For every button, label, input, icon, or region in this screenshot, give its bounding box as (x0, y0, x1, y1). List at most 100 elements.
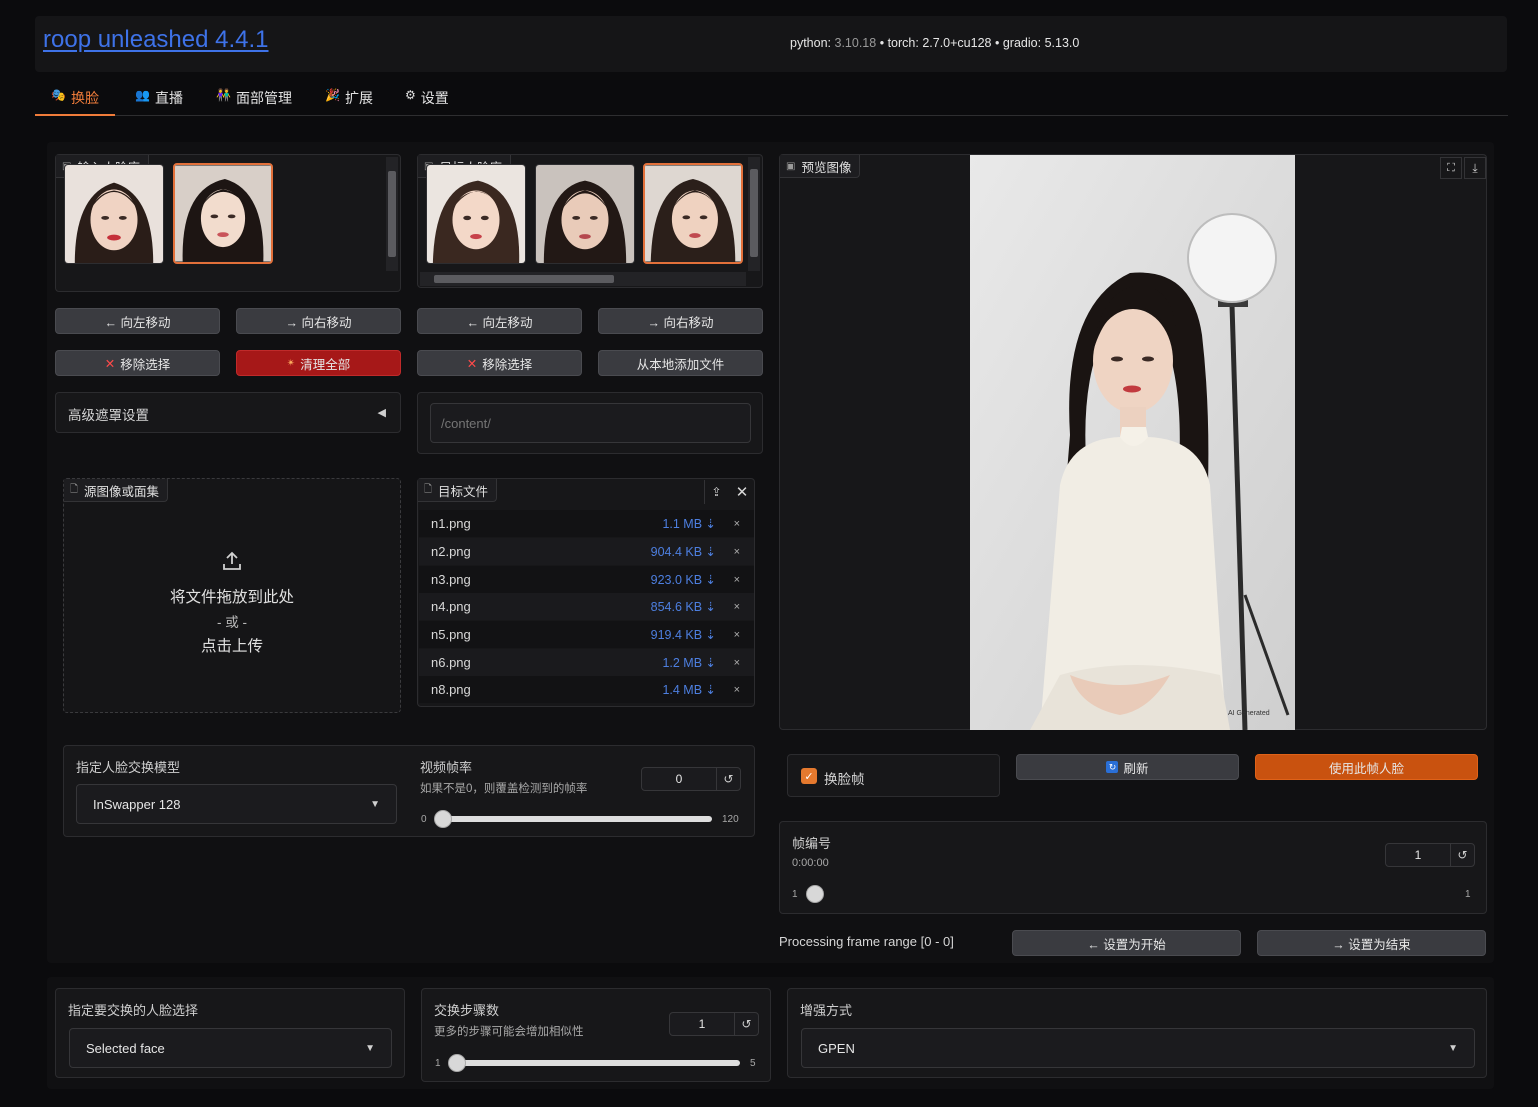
gallery-vertical-scrollbar[interactable] (748, 157, 760, 271)
path-input-box (417, 392, 763, 454)
file-download-link[interactable]: 919.4 KB ⇣ (651, 627, 716, 642)
face-swap-icon: 🎭 (51, 88, 66, 102)
remove-file-icon[interactable]: × (734, 574, 740, 586)
close-icon: ✕ (104, 356, 116, 371)
file-row[interactable]: n6.png 1.2 MB ⇣ × (419, 649, 754, 676)
file-download-link[interactable]: 923.0 KB ⇣ (651, 572, 716, 587)
target-face-thumb-3[interactable] (643, 163, 743, 264)
ai-generated-watermark: AI Generated (1228, 710, 1270, 717)
frame-time: 0:00:00 (792, 857, 829, 869)
face-image (536, 165, 634, 263)
target-files-label: 🗋 目标文件 (418, 479, 498, 502)
swap-steps-max: 5 (750, 1058, 756, 1069)
gallery-horizontal-scrollbar[interactable] (420, 272, 746, 286)
clear-all-button[interactable]: ✴ 清理全部 (236, 350, 401, 376)
main-tabs: 🎭 换脸 👥 直播 👫 面部管理 🎉 扩展 ⚙ 设置 (35, 84, 1508, 116)
face-image (65, 165, 163, 263)
input-face-gallery: ▣ 输入人脸库 (55, 154, 401, 292)
path-input[interactable] (430, 403, 751, 443)
file-row[interactable]: n2.png 904.4 KB ⇣ × (419, 538, 754, 565)
file-download-link[interactable]: 904.4 KB ⇣ (651, 544, 716, 559)
close-icon[interactable]: ✕ (730, 480, 754, 504)
file-row[interactable]: n8.png 1.4 MB ⇣ × (419, 676, 754, 703)
file-row[interactable]: n4.png 854.6 KB ⇣ × (419, 593, 754, 620)
remove-file-icon[interactable]: × (734, 657, 740, 669)
extensions-icon: 🎉 (325, 88, 340, 102)
model-fps-panel: 指定人脸交换模型 InSwapper 128 ▼ 视频帧率 如果不是0，则覆盖检… (63, 745, 755, 837)
refresh-icon: ↻ (1106, 761, 1119, 773)
target-move-left-button[interactable]: ← 向左移动 (417, 308, 582, 334)
tab-face-management[interactable]: 👫 面部管理 (200, 88, 308, 116)
input-move-left-button[interactable]: ← 向左移动 (55, 308, 220, 334)
enhancer-label: 增强方式 (800, 1003, 853, 1018)
frame-range-label: Processing frame range [0 - 0] (779, 934, 954, 949)
upload-icon[interactable]: ⇪ (704, 480, 728, 504)
swap-steps-number-input[interactable]: 1 ↺ (669, 1012, 759, 1036)
use-frame-face-button[interactable]: 使用此帧人脸 (1255, 754, 1478, 780)
tab-face-swap[interactable]: 🎭 换脸 (35, 88, 115, 116)
swap-model-dropdown[interactable]: InSwapper 128 ▼ (76, 784, 397, 824)
remove-file-icon[interactable]: × (734, 684, 740, 696)
reset-icon[interactable]: ↺ (734, 1013, 758, 1035)
remove-file-icon[interactable]: × (734, 601, 740, 613)
remove-file-icon[interactable]: × (734, 518, 740, 530)
advanced-mask-accordion[interactable]: 高级遮罩设置 ◀ (55, 392, 401, 433)
frame-number-input[interactable]: 1 ↺ (1385, 843, 1475, 867)
target-remove-selected-button[interactable]: ✕ 移除选择 (417, 350, 582, 376)
app-header: roop unleashed 4.4.1 python: 3.10.18 • t… (35, 16, 1507, 72)
file-row[interactable]: n3.png 923.0 KB ⇣ × (419, 566, 754, 593)
or-text: - 或 - (217, 615, 247, 630)
source-upload-dropzone[interactable]: 🗋 源图像或面集 将文件拖放到此处 - 或 - 点击上传 (63, 478, 401, 713)
fullscreen-icon[interactable]: ⛶ (1440, 157, 1462, 179)
target-move-right-button[interactable]: → 向右移动 (598, 308, 763, 334)
remove-file-icon[interactable]: × (734, 546, 740, 558)
file-row[interactable]: n1.png 1.1 MB ⇣ × (419, 510, 754, 537)
frame-number-slider-handle[interactable] (806, 885, 824, 903)
input-face-thumb-1[interactable] (64, 164, 164, 264)
target-face-thumb-2[interactable] (535, 164, 635, 264)
tab-extensions[interactable]: 🎉 扩展 (309, 88, 389, 116)
drop-files-text: 将文件拖放到此处 (169, 589, 294, 606)
upload-icon (223, 551, 241, 570)
sparkle-icon: ✴ (286, 357, 296, 369)
input-move-right-button[interactable]: → 向右移动 (236, 308, 401, 334)
input-remove-selected-button[interactable]: ✕ 移除选择 (55, 350, 220, 376)
tab-live[interactable]: 👥 直播 (119, 88, 199, 116)
file-download-link[interactable]: 1.1 MB ⇣ (662, 516, 716, 531)
app-title-link[interactable]: roop unleashed 4.4.1 (43, 26, 269, 54)
remove-file-icon[interactable]: × (734, 629, 740, 641)
settings-gear-icon: ⚙ (405, 88, 416, 102)
file-row[interactable]: n5.png 919.4 KB ⇣ × (419, 621, 754, 648)
video-fps-slider-track[interactable] (436, 816, 712, 822)
video-fps-slider-handle[interactable] (434, 810, 452, 828)
add-local-files-button[interactable]: 从本地添加文件 (598, 350, 763, 376)
swap-steps-slider-track[interactable] (450, 1060, 740, 1066)
file-download-link[interactable]: 1.2 MB ⇣ (662, 655, 716, 670)
video-fps-min: 0 (421, 814, 427, 825)
file-download-link[interactable]: 854.6 KB ⇣ (651, 599, 716, 614)
collapse-arrow-icon: ◀ (377, 407, 386, 419)
face-selection-dropdown[interactable]: Selected face ▼ (69, 1028, 392, 1068)
close-icon: ✕ (466, 356, 478, 371)
set-end-button[interactable]: → 设置为结束 (1257, 930, 1486, 956)
file-download-link[interactable]: 1.4 MB ⇣ (662, 682, 716, 697)
video-fps-number-input[interactable]: 0 ↺ (641, 767, 741, 791)
enhancer-panel: 增强方式 GPEN ▼ (787, 988, 1487, 1078)
download-icon[interactable]: ⤓ (1464, 157, 1486, 179)
set-start-button[interactable]: ← 设置为开始 (1012, 930, 1241, 956)
preview-image-label: ▣ 预览图像 (780, 155, 861, 178)
preview-image-panel: ▣ 预览图像 ⛶ ⤓ AI Generated (779, 154, 1487, 730)
reset-icon[interactable]: ↺ (1450, 844, 1474, 866)
swap-steps-slider-handle[interactable] (448, 1054, 466, 1072)
input-face-thumb-2[interactable] (173, 163, 273, 264)
reset-icon[interactable]: ↺ (716, 768, 740, 790)
advanced-mask-label: 高级遮罩设置 (68, 408, 149, 423)
swap-model-label: 指定人脸交换模型 (76, 760, 181, 775)
gallery-scrollbar[interactable] (386, 157, 398, 271)
swap-steps-panel: 交换步骤数 更多的步骤可能会增加相似性 1 ↺ 1 5 (421, 988, 771, 1082)
enhancer-dropdown[interactable]: GPEN ▼ (801, 1028, 1475, 1068)
tab-settings[interactable]: ⚙ 设置 (389, 88, 465, 116)
swap-frame-checkbox[interactable]: ✓ (801, 768, 817, 784)
refresh-button[interactable]: ↻ 刷新 (1016, 754, 1239, 780)
target-face-thumb-1[interactable] (426, 164, 526, 264)
